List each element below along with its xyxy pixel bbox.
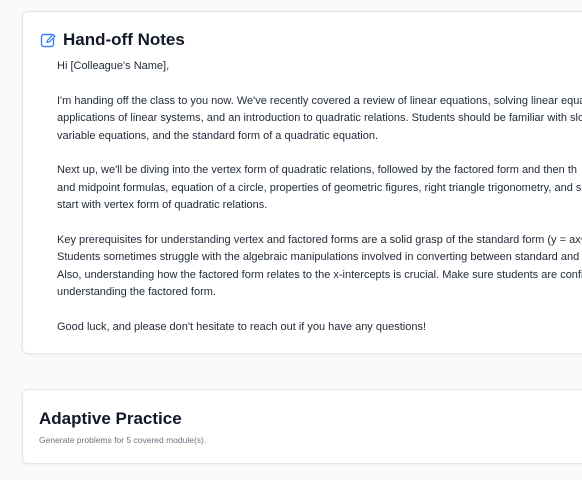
handoff-header: Hand-off Notes	[40, 30, 582, 50]
handoff-title: Hand-off Notes	[63, 30, 185, 49]
notes-paragraph: Key prerequisites for understanding vert…	[57, 233, 582, 299]
notes-paragraph: I'm handing off the class to you now. We…	[57, 94, 582, 142]
handoff-notes-card: Hand-off Notes Hi [Colleague's Name], I'…	[22, 11, 582, 354]
notes-paragraph: Next up, we'll be diving into the vertex…	[57, 164, 582, 211]
adaptive-practice-card[interactable]: Adaptive Practice Generate problems for …	[22, 389, 582, 464]
notes-greeting: Hi [Colleague's Name],	[57, 60, 170, 72]
notes-signoff: Good luck, and please don't hesitate to …	[57, 320, 427, 333]
practice-subtitle: Generate problems for 5 covered module(s…	[39, 435, 207, 445]
edit-note-icon	[40, 32, 57, 49]
practice-title: Adaptive Practice	[39, 409, 182, 428]
handoff-notes-body: Hi [Colleague's Name], I'm handing off t…	[40, 58, 582, 336]
viewport: Hand-off Notes Hi [Colleague's Name], I'…	[0, 0, 582, 480]
